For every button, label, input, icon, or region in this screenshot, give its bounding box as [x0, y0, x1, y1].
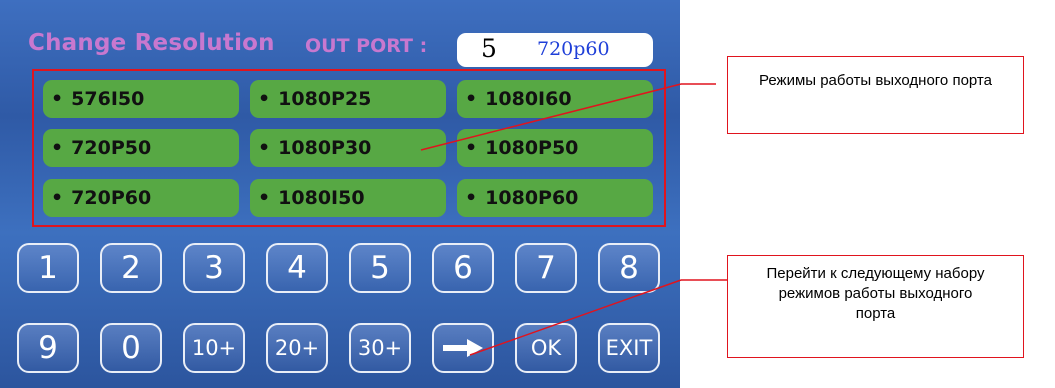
- callout-next-set: Перейти к следующему набору режимов рабо…: [727, 255, 1024, 358]
- bullet: •: [51, 88, 64, 110]
- out-port-label: OUT PORT :: [305, 35, 428, 57]
- next-page-button[interactable]: [432, 323, 494, 373]
- mode-label: 576I50: [71, 88, 145, 110]
- mode-label: 1080P30: [278, 137, 372, 159]
- change-resolution-title: Change Resolution: [28, 30, 275, 56]
- mode-button[interactable]: • 720P60: [43, 179, 239, 217]
- bullet: •: [51, 187, 64, 209]
- key-8[interactable]: 8: [598, 243, 660, 293]
- key-4[interactable]: 4: [266, 243, 328, 293]
- key-7[interactable]: 7: [515, 243, 577, 293]
- mode-button[interactable]: • 1080I50: [250, 179, 446, 217]
- exit-button[interactable]: EXIT: [598, 323, 660, 373]
- port-number: 5: [481, 34, 497, 63]
- bullet: •: [465, 187, 478, 209]
- key-10-plus[interactable]: 10+: [183, 323, 245, 373]
- bullet: •: [258, 88, 271, 110]
- mode-button[interactable]: • 1080P50: [457, 129, 653, 167]
- bullet: •: [51, 137, 64, 159]
- bullet: •: [258, 187, 271, 209]
- arrow-right-icon: [443, 339, 483, 357]
- mode-label: 1080P25: [278, 88, 372, 110]
- key-3[interactable]: 3: [183, 243, 245, 293]
- mode-button[interactable]: • 1080P25: [250, 80, 446, 118]
- mode-label: 720P50: [71, 137, 152, 159]
- bullet: •: [258, 137, 271, 159]
- port-current-mode: 720p60: [537, 38, 610, 60]
- mode-button[interactable]: • 1080P60: [457, 179, 653, 217]
- mode-label: 1080I50: [278, 187, 365, 209]
- callout-modes: Режимы работы выходного порта: [727, 56, 1024, 134]
- key-6[interactable]: 6: [432, 243, 494, 293]
- mode-button[interactable]: • 576I50: [43, 80, 239, 118]
- mode-label: 1080P50: [485, 137, 579, 159]
- mode-label: 1080P60: [485, 187, 579, 209]
- mode-label: 720P60: [71, 187, 152, 209]
- key-20-plus[interactable]: 20+: [266, 323, 328, 373]
- port-display: 5 720p60: [457, 33, 653, 67]
- key-0[interactable]: 0: [100, 323, 162, 373]
- mode-button[interactable]: • 1080I60: [457, 80, 653, 118]
- device-screen: Change Resolution OUT PORT : 5 720p60 • 5…: [0, 0, 680, 388]
- mode-label: 1080I60: [485, 88, 572, 110]
- ok-button[interactable]: OK: [515, 323, 577, 373]
- key-2[interactable]: 2: [100, 243, 162, 293]
- bullet: •: [465, 137, 478, 159]
- mode-button[interactable]: • 720P50: [43, 129, 239, 167]
- key-1[interactable]: 1: [17, 243, 79, 293]
- key-30-plus[interactable]: 30+: [349, 323, 411, 373]
- bullet: •: [465, 88, 478, 110]
- key-9[interactable]: 9: [17, 323, 79, 373]
- mode-button[interactable]: • 1080P30: [250, 129, 446, 167]
- key-5[interactable]: 5: [349, 243, 411, 293]
